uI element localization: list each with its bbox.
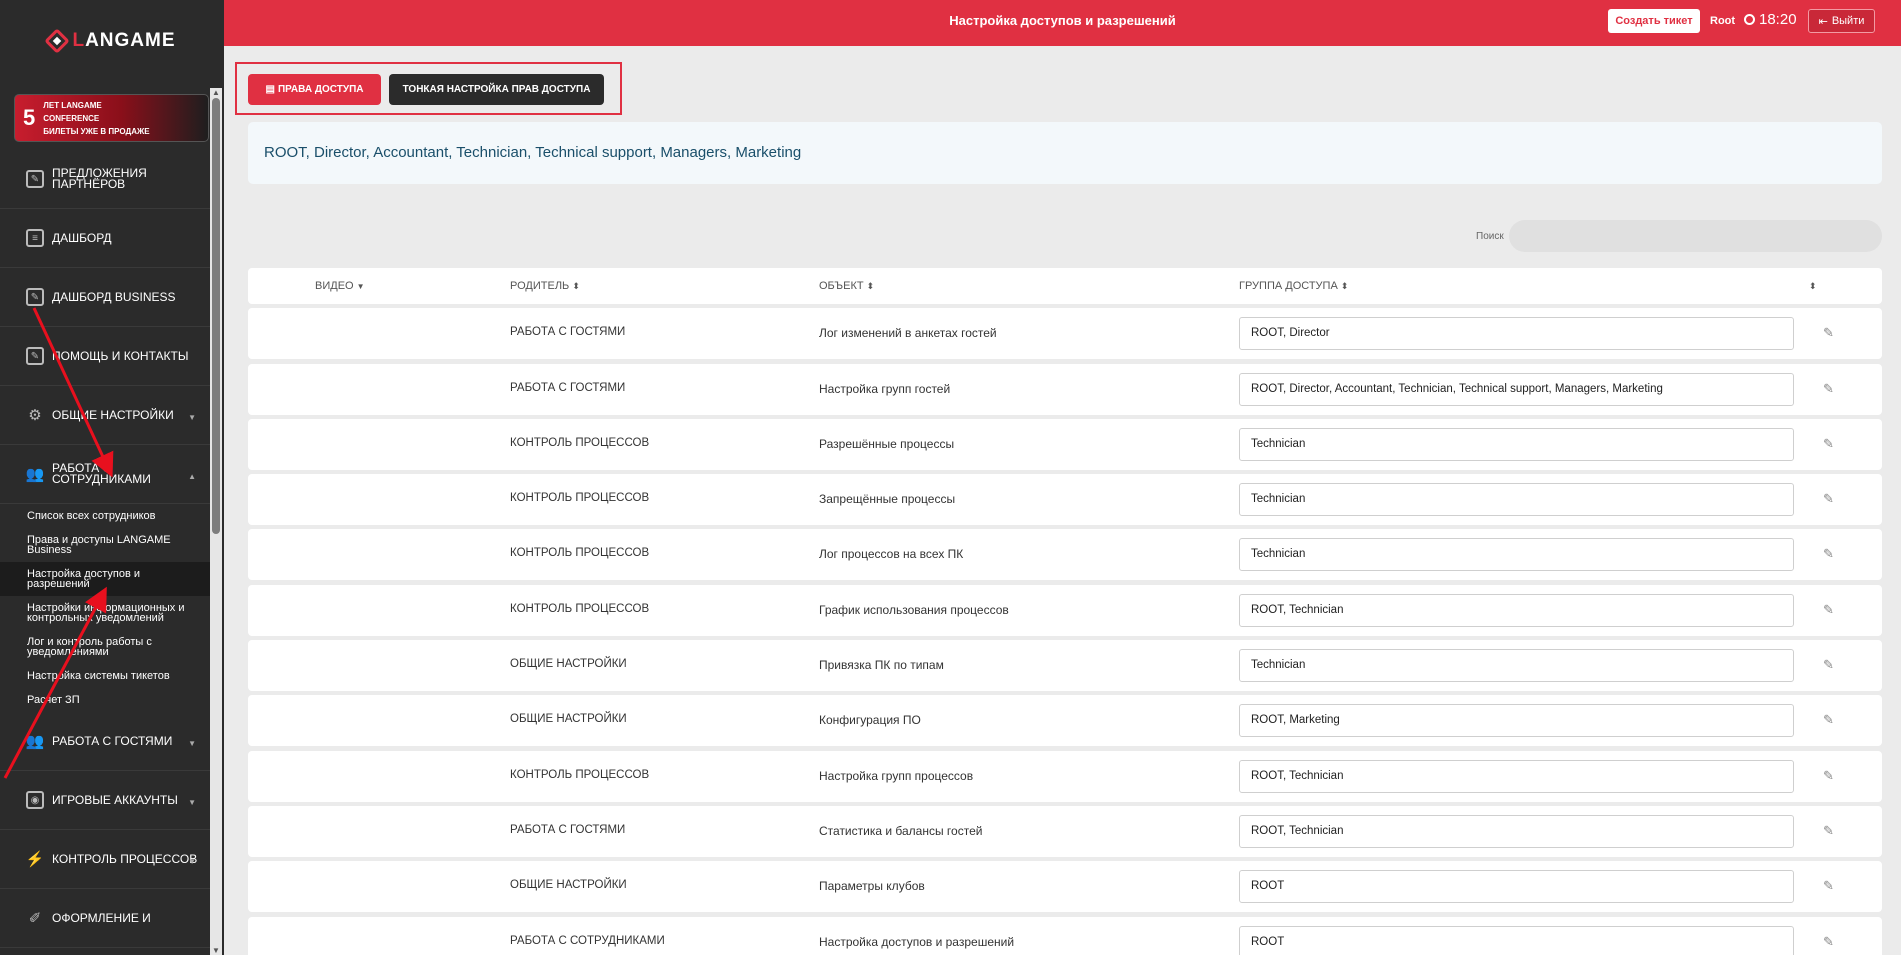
cell-object: Лог процессов на всех ПК — [819, 547, 964, 562]
tab-label: ПРАВА ДОСТУПА — [277, 84, 364, 95]
cell-parent: ОБЩИЕ НАСТРОЙКИ — [510, 713, 627, 726]
pencil-icon[interactable]: ✎ — [1823, 602, 1834, 618]
pencil-icon[interactable]: ✎ — [1823, 546, 1834, 562]
column-object[interactable]: ОБЪЕКТ ⬍ — [819, 280, 874, 292]
access-group-field[interactable]: ROOT, Director — [1239, 317, 1794, 351]
table-row: КОНТРОЛЬ ПРОЦЕССОВ Разрешённые процессы Te… — [248, 418, 1882, 470]
table-row: КОНТРОЛЬ ПРОЦЕССОВ Настройка групп процес… — [248, 750, 1882, 802]
sort-icon: ⬍ — [572, 281, 580, 291]
cell-object: Настройка доступов и разрешений — [819, 934, 1015, 949]
access-group-field[interactable]: ROOT — [1239, 925, 1794, 955]
pencil-icon[interactable]: ✎ — [1823, 381, 1834, 397]
access-group-field[interactable]: Technician — [1239, 538, 1794, 572]
access-group-field[interactable]: Technician — [1239, 427, 1794, 461]
cell-parent: КОНТРОЛЬ ПРОЦЕССОВ — [510, 547, 650, 560]
sort-desc-icon: ▼ — [356, 282, 365, 291]
cell-object: Параметры клубов — [819, 879, 925, 894]
column-actions-sort[interactable]: ⬍ — [1809, 280, 1817, 292]
sort-icon: ⬍ — [866, 281, 875, 291]
logout-label: Выйти — [1831, 15, 1865, 27]
pencil-icon[interactable]: ✎ — [1823, 934, 1834, 950]
logout-icon: ⇤ — [1818, 15, 1828, 28]
table-header: ВИДЕО ▼ РОДИТЕЛЬ ⬍ ОБЪЕКТ ⬍ ГРУППА ДОСТУ… — [248, 268, 1882, 304]
cell-parent: ОБЩИЕ НАСТРОЙКИ — [510, 879, 627, 892]
access-group-field[interactable]: Technician — [1239, 649, 1794, 683]
user-name[interactable]: Root — [1710, 15, 1735, 27]
create-ticket-button[interactable]: Создать тикет — [1608, 9, 1700, 33]
table-row: ОБЩИЕ НАСТРОЙКИ Привязка ПК по типам Techn… — [248, 640, 1882, 692]
access-groups-info: ROOT, Director, Accountant, Technician, … — [248, 122, 1882, 184]
pencil-icon[interactable]: ✎ — [1823, 436, 1834, 452]
access-table: ВИДЕО ▼ РОДИТЕЛЬ ⬍ ОБЪЕКТ ⬍ ГРУППА ДОСТУ… — [248, 268, 1882, 955]
tab-access-rights[interactable]: ▤ ПРАВА ДОСТУПА — [248, 74, 381, 105]
pencil-icon[interactable]: ✎ — [1823, 823, 1834, 839]
cell-parent: РАБОТА С ГОСТЯМИ — [510, 823, 626, 836]
cell-parent: РАБОТА С ГОСТЯМИ — [510, 381, 626, 394]
table-body: РАБОТА С ГОСТЯМИ Лог изменений в анкетах … — [248, 308, 1882, 955]
cell-object: Запрещённые процессы — [819, 492, 956, 507]
table-row: КОНТРОЛЬ ПРОЦЕССОВ График использования п… — [248, 584, 1882, 636]
access-group-field[interactable]: ROOT, Technician — [1239, 593, 1794, 627]
pencil-icon[interactable]: ✎ — [1823, 712, 1834, 728]
access-group-field[interactable]: ROOT — [1239, 870, 1794, 904]
search-input[interactable] — [1509, 220, 1882, 252]
tab-fine-tuning[interactable]: ТОНКАЯ НАСТРОЙКА ПРАВ ДОСТУПА — [389, 74, 604, 105]
clock-time: 18:20 — [1759, 11, 1797, 28]
cell-parent: КОНТРОЛЬ ПРОЦЕССОВ — [510, 492, 650, 505]
cell-object: График использования процессов — [819, 602, 1009, 617]
pencil-icon[interactable]: ✎ — [1823, 878, 1834, 894]
cell-parent: РАБОТА С ГОСТЯМИ — [510, 326, 626, 339]
table-row: РАБОТА С ГОСТЯМИ Лог изменений в анкетах … — [248, 308, 1882, 360]
sort-icon: ⬍ — [1340, 281, 1349, 291]
cell-parent: ОБЩИЕ НАСТРОЙКИ — [510, 658, 627, 671]
pencil-icon[interactable]: ✎ — [1823, 768, 1834, 784]
annotation-arrows — [3, 307, 114, 779]
sort-icon: ⬍ — [1809, 281, 1817, 291]
annotation-arrow — [32, 307, 114, 478]
cell-object: Статистика и балансы гостей — [819, 823, 983, 838]
tab-group-highlight: ▤ ПРАВА ДОСТУПА ТОНКАЯ НАСТРОЙКА ПРАВ ДО… — [235, 62, 622, 115]
top-header: Настройка доступов и разрешений Создать … — [224, 0, 1901, 46]
annotation-arrow — [3, 586, 107, 779]
cell-parent: КОНТРОЛЬ ПРОЦЕССОВ — [510, 602, 650, 615]
search-label: Поиск — [1476, 231, 1504, 242]
column-video[interactable]: ВИДЕО ▼ — [315, 280, 365, 292]
access-group-field[interactable]: ROOT, Technician — [1239, 759, 1794, 793]
table-row: РАБОТА С СОТРУДНИКАМИ Настройка доступов … — [248, 916, 1882, 955]
column-group[interactable]: ГРУППА ДОСТУПА ⬍ — [1239, 280, 1348, 292]
table-row: ОБЩИЕ НАСТРОЙКИ Параметры клубов ROOT ✎ — [248, 861, 1882, 913]
pencil-icon[interactable]: ✎ — [1823, 325, 1834, 341]
cell-object: Настройка групп гостей — [819, 381, 951, 396]
column-parent[interactable]: РОДИТЕЛЬ ⬍ — [510, 280, 580, 292]
access-group-field[interactable]: ROOT, Director, Accountant, Technician, … — [1239, 372, 1794, 406]
cell-parent: РАБОТА С СОТРУДНИКАМИ — [510, 934, 665, 947]
logout-button[interactable]: ⇤ Выйти — [1808, 9, 1875, 33]
access-group-field[interactable]: Technician — [1239, 483, 1794, 517]
access-group-field[interactable]: ROOT, Marketing — [1239, 704, 1794, 738]
table-row: РАБОТА С ГОСТЯМИ Настройка групп гостей RO… — [248, 363, 1882, 415]
cell-object: Разрешённые процессы — [819, 436, 955, 451]
pencil-icon[interactable]: ✎ — [1823, 657, 1834, 673]
cell-parent: КОНТРОЛЬ ПРОЦЕССОВ — [510, 436, 650, 449]
table-row: КОНТРОЛЬ ПРОЦЕССОВ Запрещённые процессы Te… — [248, 474, 1882, 526]
clock: 18:20 — [1744, 11, 1797, 28]
table-row: КОНТРОЛЬ ПРОЦЕССОВ Лог процессов на всех … — [248, 529, 1882, 581]
table-row: РАБОТА С ГОСТЯМИ Статистика и балансы гос… — [248, 805, 1882, 857]
cell-object: Конфигурация ПО — [819, 713, 921, 728]
clock-icon — [1744, 14, 1755, 25]
cell-object: Настройка групп процессов — [819, 768, 974, 783]
list-icon: ▤ — [265, 84, 275, 95]
access-group-field[interactable]: ROOT, Technician — [1239, 814, 1794, 848]
cell-parent: КОНТРОЛЬ ПРОЦЕССОВ — [510, 768, 650, 781]
table-row: ОБЩИЕ НАСТРОЙКИ Конфигурация ПО ROOT, Mark… — [248, 695, 1882, 747]
cell-object: Привязка ПК по типам — [819, 658, 944, 673]
cell-object: Лог изменений в анкетах гостей — [819, 326, 997, 341]
pencil-icon[interactable]: ✎ — [1823, 491, 1834, 507]
